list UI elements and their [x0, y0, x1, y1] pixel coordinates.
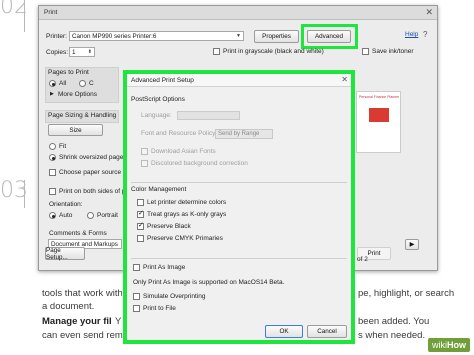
copies-value: 1 [72, 49, 76, 56]
preview-title: Personal Finance Planner [359, 95, 399, 99]
preview-image [369, 108, 389, 122]
font-policy-select: Send by Range [215, 129, 273, 139]
font-policy-value: Send by Range [218, 131, 260, 137]
ok-button[interactable]: OK [265, 325, 303, 338]
portrait-label: Portrait [97, 212, 118, 219]
size-button[interactable]: Size [48, 124, 103, 136]
comments-forms-heading: Comments & Forms [49, 230, 107, 237]
properties-button[interactable]: Properties [254, 30, 299, 43]
article-line: can even send remi [42, 330, 124, 341]
printer-value: Canon MP990 series Printer:6 [72, 33, 157, 40]
save-ink-checkbox[interactable] [362, 48, 369, 55]
printer-select[interactable]: Canon MP990 series Printer:6 ▼ [69, 31, 244, 41]
print-as-image-label: Print As Image [143, 264, 186, 271]
divider [131, 258, 347, 259]
advanced-title: Advanced Print Setup [127, 74, 351, 87]
print-preview: Personal Finance Planner [356, 91, 401, 153]
color-mgmt-header: Color Management [131, 186, 187, 193]
copies-input[interactable]: 1 ⬍ [69, 47, 95, 57]
simulate-overprinting-label: Simulate Overprinting [143, 293, 206, 300]
chevron-down-icon: ▼ [236, 33, 241, 39]
print-title: Print [44, 9, 58, 16]
divider [131, 182, 347, 183]
print-titlebar: Print [39, 6, 437, 20]
all-pages-radio[interactable] [49, 80, 56, 87]
article-line: been added. You [358, 316, 430, 327]
preserve-cmyk-checkbox[interactable] [137, 235, 144, 242]
font-policy-label: Font and Resource Policy: [141, 130, 218, 137]
step-divider [24, 180, 25, 208]
article-line: a document. [42, 301, 95, 312]
auto-orientation-label: Auto [59, 212, 73, 219]
chevron-right-icon: ▶ [409, 241, 415, 248]
choose-paper-label: Choose paper source by [59, 169, 130, 176]
wikihow-suffix: How [447, 340, 466, 350]
language-field [177, 111, 240, 120]
treat-grays-checkbox[interactable] [137, 209, 144, 218]
advanced-print-setup-dialog: Advanced Print Setup ✕ PostScript Option… [123, 70, 355, 344]
article-line: tools that work with [42, 288, 122, 299]
expand-triangle-icon[interactable]: ▶ [50, 91, 54, 97]
preserve-cmyk-label: Preserve CMYK Primaries [147, 235, 223, 242]
shrink-label: Shrink oversized pages [59, 154, 127, 161]
help-link[interactable]: Help [405, 31, 418, 38]
portrait-radio[interactable] [87, 212, 94, 219]
cancel-button[interactable]: Cancel [307, 325, 347, 338]
all-pages-label: All [59, 80, 67, 87]
both-sides-label: Print on both sides of pa [59, 188, 130, 195]
printer-label: Printer: [46, 33, 67, 40]
pages-to-print-heading: Pages to Print [48, 69, 89, 76]
let-printer-checkbox[interactable] [137, 199, 144, 206]
wikihow-logo: wikiHow [428, 338, 470, 352]
stepper-icon: ⬍ [87, 49, 92, 55]
shrink-radio[interactable] [49, 154, 56, 161]
current-page-label: C [89, 80, 94, 87]
page-setup-button[interactable]: Page Setup... [45, 247, 85, 261]
help-icon[interactable]: ? [423, 30, 427, 39]
print-to-file-label: Print to File [143, 305, 176, 312]
grayscale-label: Print in grayscale (black and white) [223, 48, 324, 55]
download-fonts-checkbox [141, 148, 148, 155]
grayscale-checkbox[interactable] [213, 48, 220, 55]
simulate-overprinting-checkbox[interactable] [133, 293, 140, 300]
article-bold-line: Manage your files. [42, 316, 112, 327]
fit-radio[interactable] [49, 143, 56, 150]
fit-label: Fit [59, 143, 67, 150]
advanced-highlight [301, 24, 358, 49]
article-line: Y [115, 316, 122, 327]
page-sizing-heading: Page Sizing & Handling [48, 112, 117, 119]
preserve-black-checkbox[interactable] [137, 221, 144, 230]
next-page-button[interactable]: ▶ [405, 239, 419, 250]
orientation-label: Orientation: [49, 201, 83, 208]
choose-paper-checkbox[interactable] [49, 169, 56, 176]
macos-note: Only Print As Image is supported on MacO… [133, 279, 285, 286]
print-as-image-checkbox[interactable] [133, 264, 140, 271]
current-page-radio[interactable] [79, 80, 86, 87]
let-printer-label: Let printer determine colors [147, 199, 227, 206]
more-options-link[interactable]: More Options [58, 91, 97, 98]
postscript-header: PostScript Options [131, 96, 185, 103]
download-fonts-label: Download Asian Fonts [151, 148, 216, 155]
preserve-black-label: Preserve Black [147, 223, 191, 230]
discolored-checkbox [141, 160, 148, 167]
wikihow-prefix: wiki [432, 340, 447, 350]
print-to-file-checkbox[interactable] [133, 305, 140, 312]
both-sides-checkbox[interactable] [49, 188, 56, 195]
article-line: s when needed. [358, 330, 426, 341]
save-ink-label: Save ink/toner [372, 48, 414, 55]
step-divider [24, 0, 25, 32]
auto-orientation-radio[interactable] [49, 212, 56, 219]
close-icon[interactable]: ✕ [341, 75, 348, 84]
discolored-label: Discolored background correction [151, 160, 248, 167]
close-icon[interactable]: ✕ [425, 7, 433, 18]
language-label: Language: [141, 112, 172, 119]
page-count: of 2 [357, 256, 368, 263]
treat-grays-label: Treat grays as K-only grays [147, 211, 227, 218]
copies-label: Copies: [46, 49, 69, 56]
article-line: pe, highlight, or search [358, 288, 455, 299]
